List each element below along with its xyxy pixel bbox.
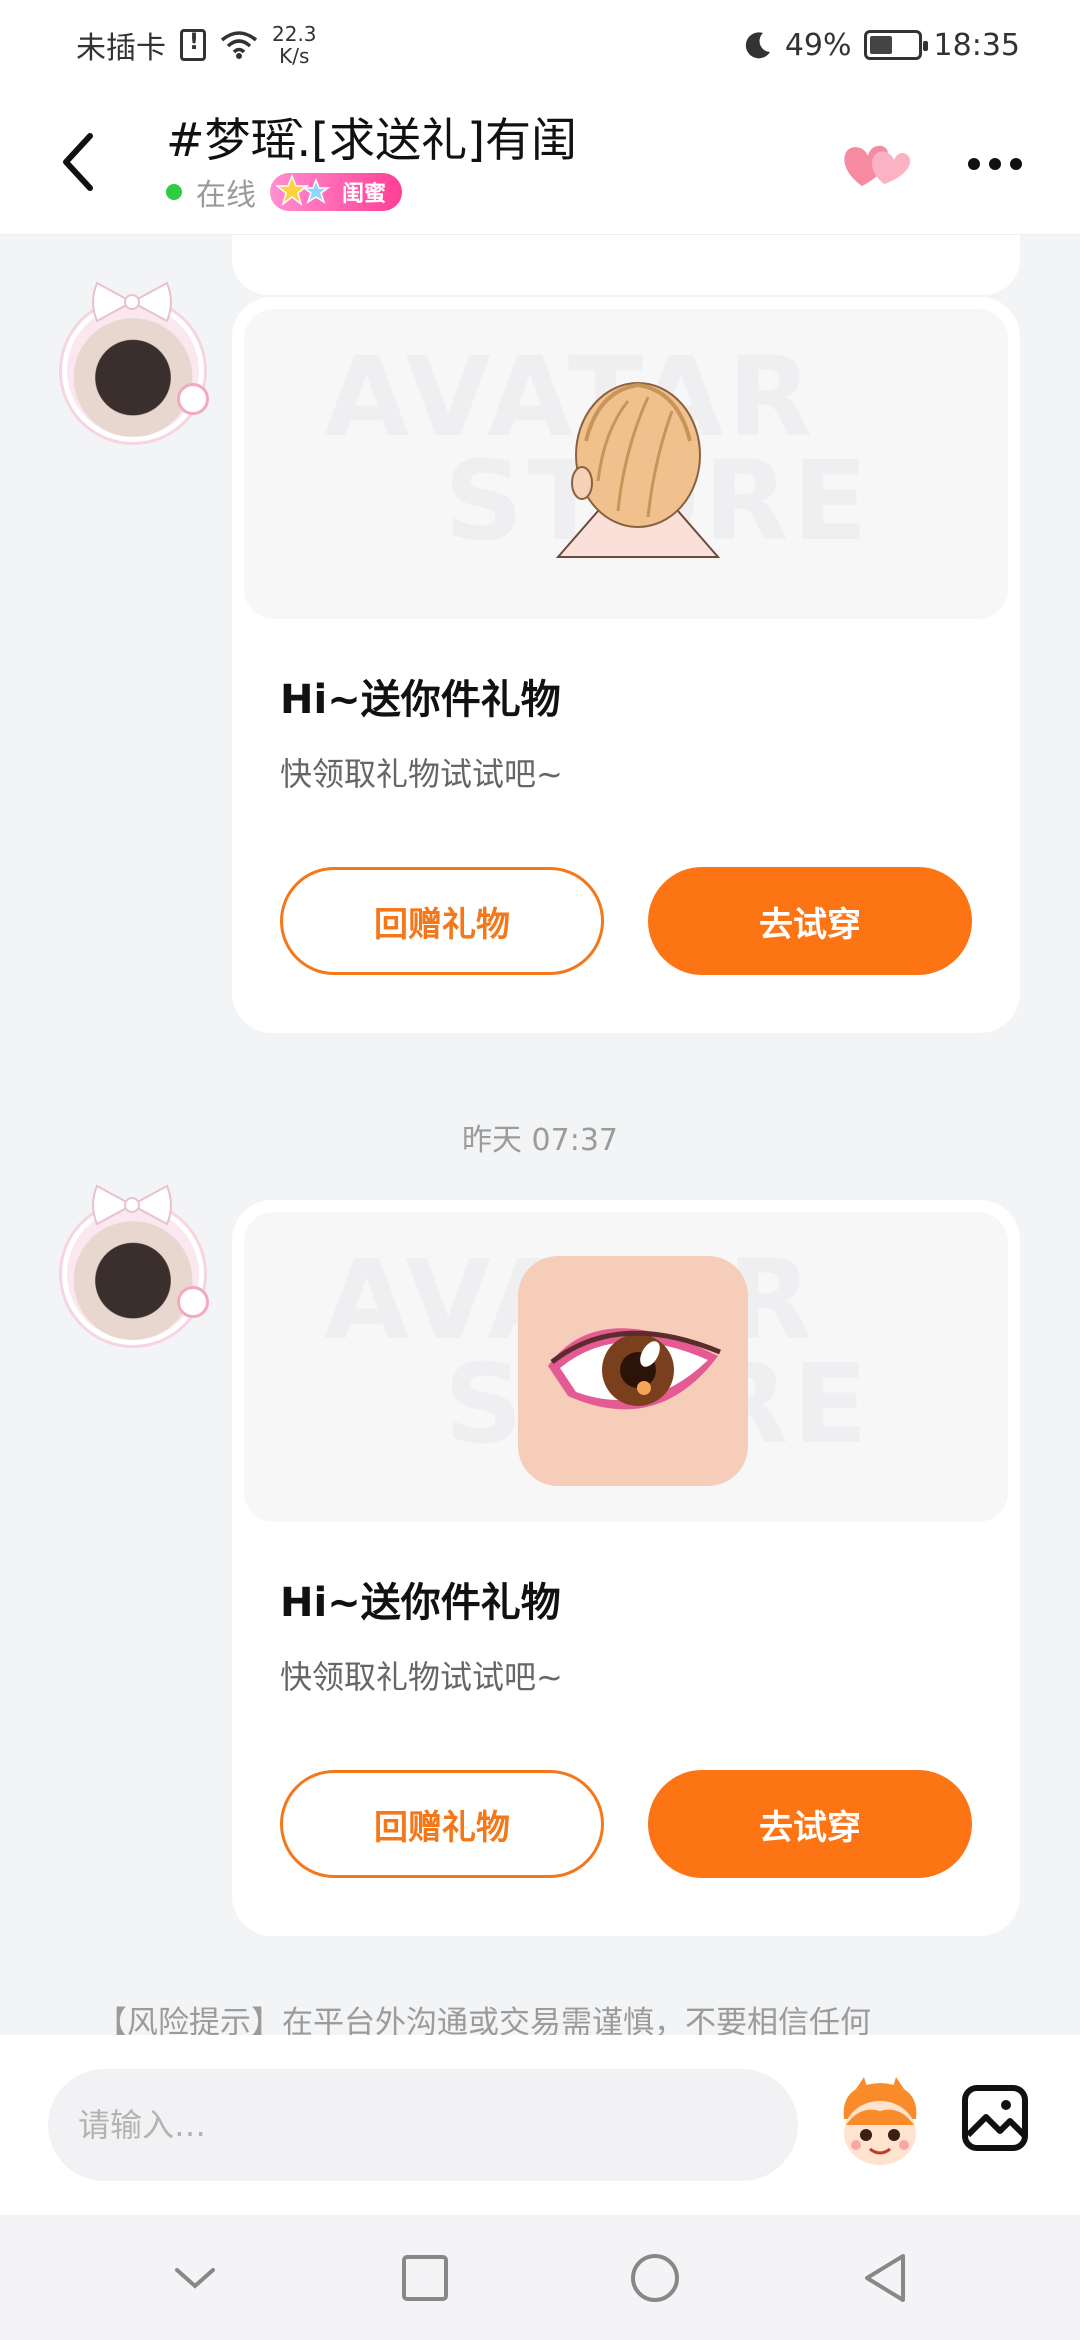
gift-card: AVATAR STORE Hi~送你件礼物 快领取礼物试试吧~ [232, 1200, 1020, 1936]
net-speed: 22.3 K/s [272, 23, 317, 67]
chat-screen: 未插卡 22.3 K/s 49% 18:35 #梦 [0, 0, 1080, 2340]
sim-alert-icon [180, 29, 206, 61]
eye-item-icon [518, 1256, 748, 1486]
gift-title: Hi~送你件礼物 [280, 1580, 561, 1626]
gift-preview[interactable]: AVATAR STORE [244, 1212, 1008, 1522]
image-picker-icon[interactable] [960, 2083, 1030, 2153]
gift-subtitle: 快领取礼物试试吧~ [280, 755, 563, 793]
input-bar [0, 2035, 1080, 2215]
gift-subtitle: 快领取礼物试试吧~ [280, 1658, 563, 1696]
more-icon[interactable] [966, 156, 1024, 172]
wifi-icon [220, 31, 258, 59]
nav-collapse-button[interactable] [165, 2248, 225, 2308]
moon-icon [745, 32, 770, 59]
message-list[interactable]: AVATAR STORE Hi~送你件礼物 快领取礼物试试吧~ 回赠礼物 去试穿… [0, 235, 1080, 2035]
chevron-down-icon [175, 2267, 215, 2289]
status-left: 未插卡 22.3 K/s [76, 23, 317, 67]
circle-icon [631, 2253, 679, 2302]
online-dot-icon [166, 184, 182, 200]
carrier-text: 未插卡 [76, 31, 166, 66]
paw-icon [177, 383, 209, 415]
back-arrow-icon[interactable] [58, 130, 98, 194]
online-status-row: 在线 闺蜜 [166, 170, 403, 214]
nav-recents-button[interactable] [395, 2248, 455, 2308]
battery-fill [869, 36, 893, 54]
timestamp: 昨天 07:37 [462, 1123, 618, 1158]
clock: 18:35 [933, 27, 1020, 63]
gift-card: AVATAR STORE Hi~送你件礼物 快领取礼物试试吧~ 回赠礼物 去试穿 [232, 297, 1020, 1033]
nav-home-button[interactable] [625, 2248, 685, 2308]
sender-avatar[interactable] [62, 1184, 209, 1345]
gift-preview[interactable]: AVATAR STORE [244, 309, 1008, 619]
return-gift-button[interactable]: 回赠礼物 [280, 867, 604, 975]
intimacy-hearts-icon[interactable] [840, 138, 912, 190]
stars-icon [276, 174, 331, 206]
chat-title: #梦瑶.̀[求送礼]有闺 [166, 113, 578, 167]
status-right: 49% 18:35 [743, 28, 1020, 63]
risk-notice: 【风险提示】在平台外沟通或交易需谨慎，不要相信任何 [96, 2005, 871, 2035]
bow-icon [92, 281, 172, 323]
system-nav-bar [0, 2215, 1080, 2340]
battery-icon [863, 30, 928, 60]
net-speed-value: 22.3 [272, 22, 317, 46]
relation-badge[interactable]: 闺蜜 [270, 173, 403, 211]
status-bar: 未插卡 22.3 K/s 49% 18:35 [0, 0, 1080, 90]
message-input[interactable] [48, 2069, 798, 2181]
return-gift-button[interactable]: 回赠礼物 [280, 1770, 604, 1878]
nav-back-button[interactable] [855, 2248, 915, 2308]
battery-percent: 49% [784, 27, 852, 63]
hair-item-icon [555, 382, 721, 558]
relation-badge-label: 闺蜜 [342, 182, 387, 207]
gift-title: Hi~送你件礼物 [280, 677, 561, 723]
try-on-button[interactable]: 去试穿 [648, 867, 972, 975]
chat-header: #梦瑶.̀[求送礼]有闺 在线 闺蜜 [0, 90, 1080, 235]
paw-icon [177, 1286, 209, 1318]
triangle-back-icon [865, 2253, 905, 2302]
sender-avatar[interactable] [62, 281, 209, 442]
online-status: 在线 [196, 178, 256, 213]
net-speed-unit: K/s [279, 44, 310, 68]
previous-message-card [232, 235, 1020, 295]
avatar-emoji-icon[interactable] [830, 2075, 930, 2171]
bow-icon [92, 1184, 172, 1226]
square-icon [402, 2254, 448, 2301]
eye-makeup-icon [548, 1328, 721, 1410]
try-on-button[interactable]: 去试穿 [648, 1770, 972, 1878]
